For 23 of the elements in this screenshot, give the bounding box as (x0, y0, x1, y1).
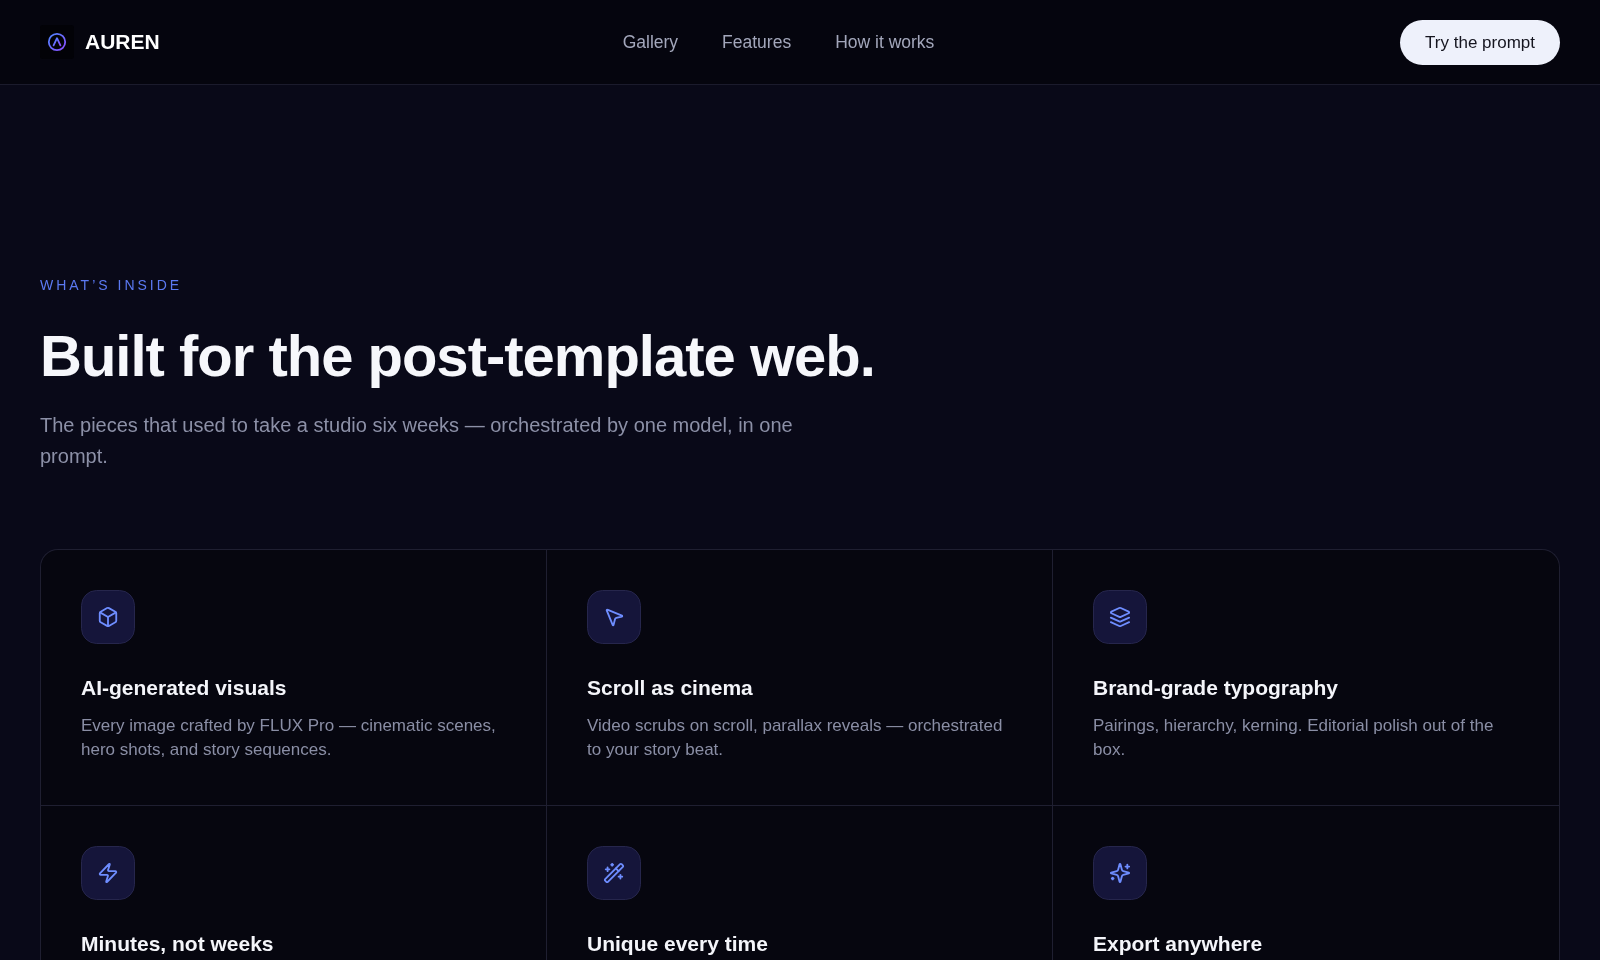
feature-title: Export anywhere (1093, 930, 1263, 956)
feature-title: Minutes, not weeks (81, 930, 274, 956)
section-eyebrow: WHAT’S INSIDE (40, 277, 183, 294)
cube-icon (81, 590, 135, 645)
try-prompt-button[interactable]: Try the prompt (1400, 19, 1560, 65)
feature-description: Every image crafted by FLUX Pro — cinematic scenes, hero shots, and story sequences. (81, 714, 497, 762)
feature-title: AI-generated visuals (81, 675, 287, 701)
lightning-icon (81, 845, 135, 900)
brand-name: AUREN (85, 29, 160, 55)
feature-title: Unique every time (587, 930, 768, 956)
section-subtitle: The pieces that used to take a studio six weeks — orchestrated by one model, in one prompt. (40, 413, 794, 469)
section-heading: Built for the post-template web. (40, 324, 875, 388)
logo-icon (40, 25, 74, 59)
layers-icon (1093, 590, 1147, 645)
nav-link[interactable]: How it works (835, 31, 935, 53)
nav-link[interactable]: Gallery (622, 31, 679, 53)
feature-title: Brand-grade typography (1093, 675, 1339, 701)
feature-description: Video scrubs on scroll, parallax reveals — orchestrated to your story beat. (587, 714, 1004, 762)
nav-link[interactable]: Features (722, 31, 792, 53)
magic-wand-icon (587, 845, 641, 900)
feature-description: Pairings, hierarchy, kerning. Editorial polish out of the box. (1093, 714, 1495, 762)
sparkles-icon (1093, 845, 1147, 900)
feature-title: Scroll as cinema (587, 675, 753, 701)
